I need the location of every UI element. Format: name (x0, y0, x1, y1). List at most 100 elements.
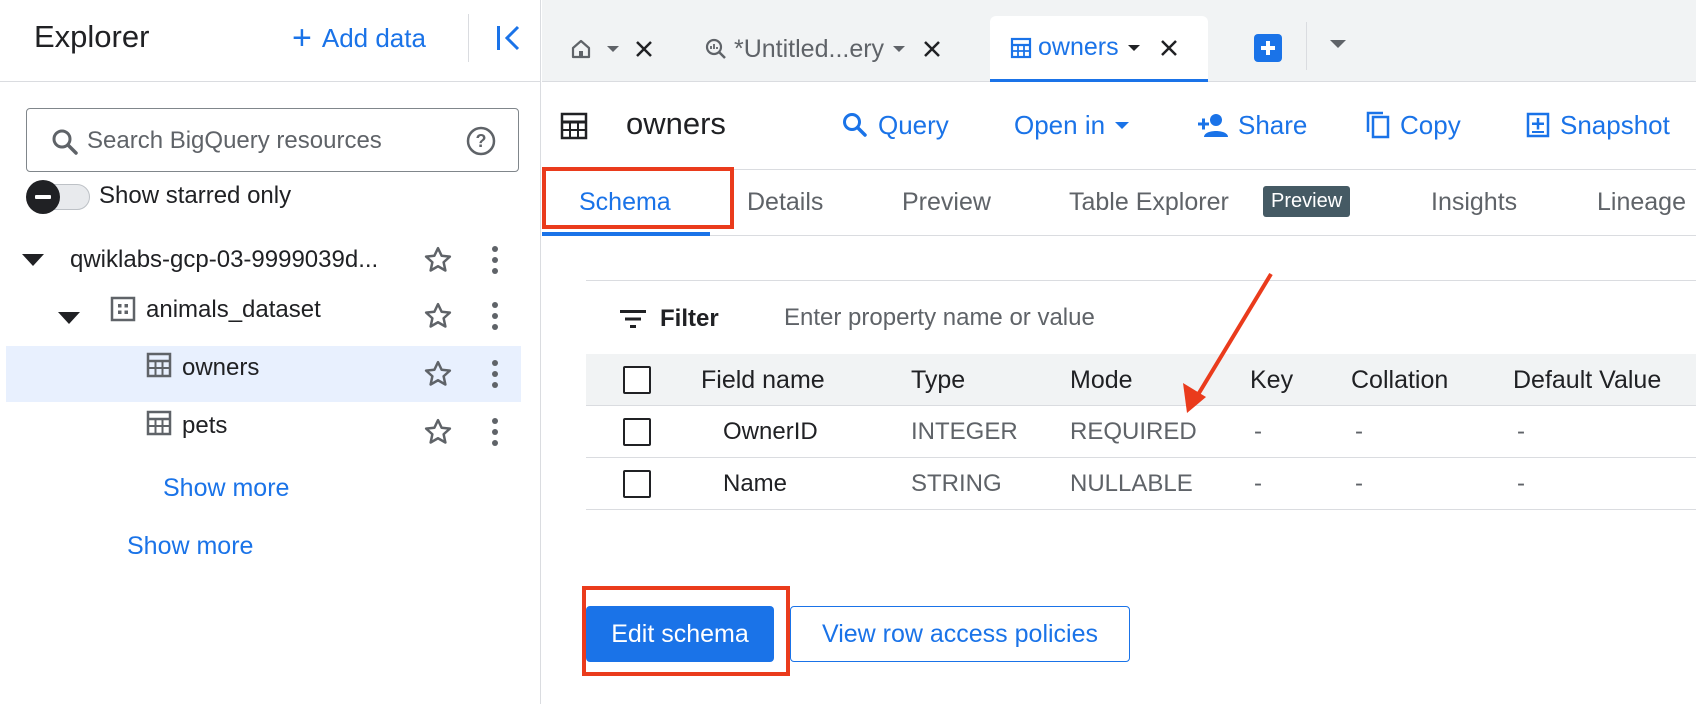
view-row-access-policies-button[interactable]: View row access policies (790, 606, 1130, 662)
search-icon (52, 129, 78, 155)
add-data-button[interactable]: + Add data (292, 20, 426, 56)
column-header-key[interactable]: Key (1250, 366, 1293, 395)
dataset-name: animals_dataset (146, 296, 321, 323)
tab-menu-caret-icon[interactable] (1127, 43, 1141, 53)
more-options-icon[interactable] (490, 301, 500, 331)
query-icon (705, 38, 726, 59)
share-label: Share (1238, 109, 1308, 140)
expand-caret-icon[interactable] (58, 312, 80, 324)
starred-only-label: Show starred only (99, 182, 292, 209)
copy-button[interactable]: Copy (1366, 108, 1461, 142)
tab-untitled-label: *Untitled...ery (734, 34, 885, 63)
table-name-pets: pets (182, 412, 228, 439)
open-in-label: Open in (1014, 109, 1106, 140)
more-options-icon[interactable] (490, 359, 500, 389)
close-icon[interactable] (1159, 38, 1179, 58)
column-header-default-value[interactable]: Default Value (1513, 366, 1661, 395)
filter-label: Filter (660, 305, 719, 332)
starred-only-toggle[interactable] (26, 180, 90, 214)
tree-item-project[interactable]: qwiklabs-gcp-03-9999039d... (6, 232, 521, 288)
svg-text:?: ? (476, 131, 487, 151)
search-input[interactable] (87, 121, 457, 161)
open-in-button[interactable]: Open in (1014, 108, 1130, 142)
tree-item-dataset[interactable]: animals_dataset (6, 288, 521, 344)
mode-cell: REQUIRED (1070, 418, 1197, 445)
tab-preview[interactable]: Preview (902, 188, 991, 217)
row-checkbox[interactable] (623, 418, 651, 446)
table-toolbar: owners Query Open in Share Copy Snapshot (542, 82, 1696, 170)
tab-details[interactable]: Details (747, 188, 823, 217)
snapshot-button[interactable]: Snapshot (1526, 108, 1670, 142)
explorer-header: Explorer + Add data (0, 0, 540, 82)
filter-input[interactable] (784, 299, 1284, 337)
snapshot-icon (1526, 112, 1550, 138)
tab-table-explorer[interactable]: Table Explorer (1069, 188, 1229, 217)
preview-badge: Preview (1263, 186, 1351, 217)
tab-divider (1306, 22, 1307, 70)
mode-cell: NULLABLE (1070, 470, 1193, 497)
header-divider (468, 14, 469, 62)
schema-tab-highlight (542, 167, 734, 229)
table-title: owners (626, 106, 726, 141)
tab-menu-caret-icon[interactable] (606, 44, 620, 54)
star-icon[interactable] (423, 301, 453, 331)
key-cell: - (1254, 418, 1262, 445)
collation-cell: - (1355, 470, 1363, 497)
edit-schema-highlight (582, 586, 790, 676)
schema-header-row: Field name Type Mode Key Collation Defau… (586, 354, 1696, 406)
dataset-icon (110, 296, 136, 322)
close-icon[interactable] (922, 39, 942, 59)
star-icon[interactable] (423, 417, 453, 447)
field-name-cell: OwnerID (723, 418, 818, 445)
copy-icon (1366, 111, 1390, 139)
default-value-cell: - (1517, 418, 1525, 445)
type-cell: STRING (911, 470, 1002, 497)
tab-owners-label: owners (1038, 33, 1119, 61)
share-button[interactable]: Share (1198, 108, 1307, 142)
table-name-owners: owners (182, 354, 260, 381)
table-icon (146, 352, 172, 378)
tree-item-pets[interactable]: pets (6, 404, 521, 460)
tab-insights[interactable]: Insights (1431, 188, 1517, 217)
schema-table: Field name Type Mode Key Collation Defau… (586, 354, 1696, 510)
type-cell: INTEGER (911, 418, 1018, 445)
help-icon[interactable]: ? (465, 125, 497, 157)
more-options-icon[interactable] (490, 245, 500, 275)
toggle-knob (26, 180, 60, 214)
tree-item-owners[interactable]: owners (6, 346, 521, 402)
dataset-show-more-link[interactable]: Show more (163, 474, 289, 503)
default-value-cell: - (1517, 470, 1525, 497)
tab-untitled-query[interactable]: *Untitled...ery (704, 16, 976, 82)
tab-owners[interactable]: owners (990, 16, 1208, 82)
query-button[interactable]: Query (842, 108, 949, 142)
search-box[interactable]: ? (26, 108, 519, 172)
expand-caret-icon[interactable] (22, 254, 44, 266)
star-icon[interactable] (423, 245, 453, 275)
row-checkbox[interactable] (623, 470, 651, 498)
tab-lineage[interactable]: Lineage (1597, 188, 1686, 217)
tab-list-caret-icon[interactable] (1330, 40, 1346, 48)
add-person-icon (1198, 114, 1228, 137)
column-header-field-name[interactable]: Field name (701, 366, 825, 395)
table-row[interactable]: OwnerID INTEGER REQUIRED - - - (586, 406, 1696, 458)
copy-label: Copy (1400, 109, 1461, 140)
column-header-mode[interactable]: Mode (1070, 366, 1133, 395)
add-data-label: Add data (321, 22, 426, 53)
filter-bar: Filter (586, 280, 1696, 354)
select-all-checkbox[interactable] (623, 366, 651, 394)
table-icon (146, 410, 172, 436)
more-options-icon[interactable] (490, 417, 500, 447)
collapse-panel-icon[interactable] (494, 22, 524, 54)
column-header-type[interactable]: Type (911, 366, 965, 395)
project-name: qwiklabs-gcp-03-9999039d... (70, 246, 379, 273)
tab-home[interactable] (570, 16, 688, 82)
new-tab-icon[interactable] (1254, 34, 1282, 62)
project-show-more-link[interactable]: Show more (127, 532, 253, 561)
column-header-collation[interactable]: Collation (1351, 366, 1448, 395)
table-row[interactable]: Name STRING NULLABLE - - - (586, 458, 1696, 510)
close-icon[interactable] (634, 39, 654, 59)
star-icon[interactable] (423, 359, 453, 389)
active-tab-indicator (542, 232, 710, 236)
tab-menu-caret-icon[interactable] (892, 44, 906, 54)
query-label: Query (878, 109, 949, 140)
